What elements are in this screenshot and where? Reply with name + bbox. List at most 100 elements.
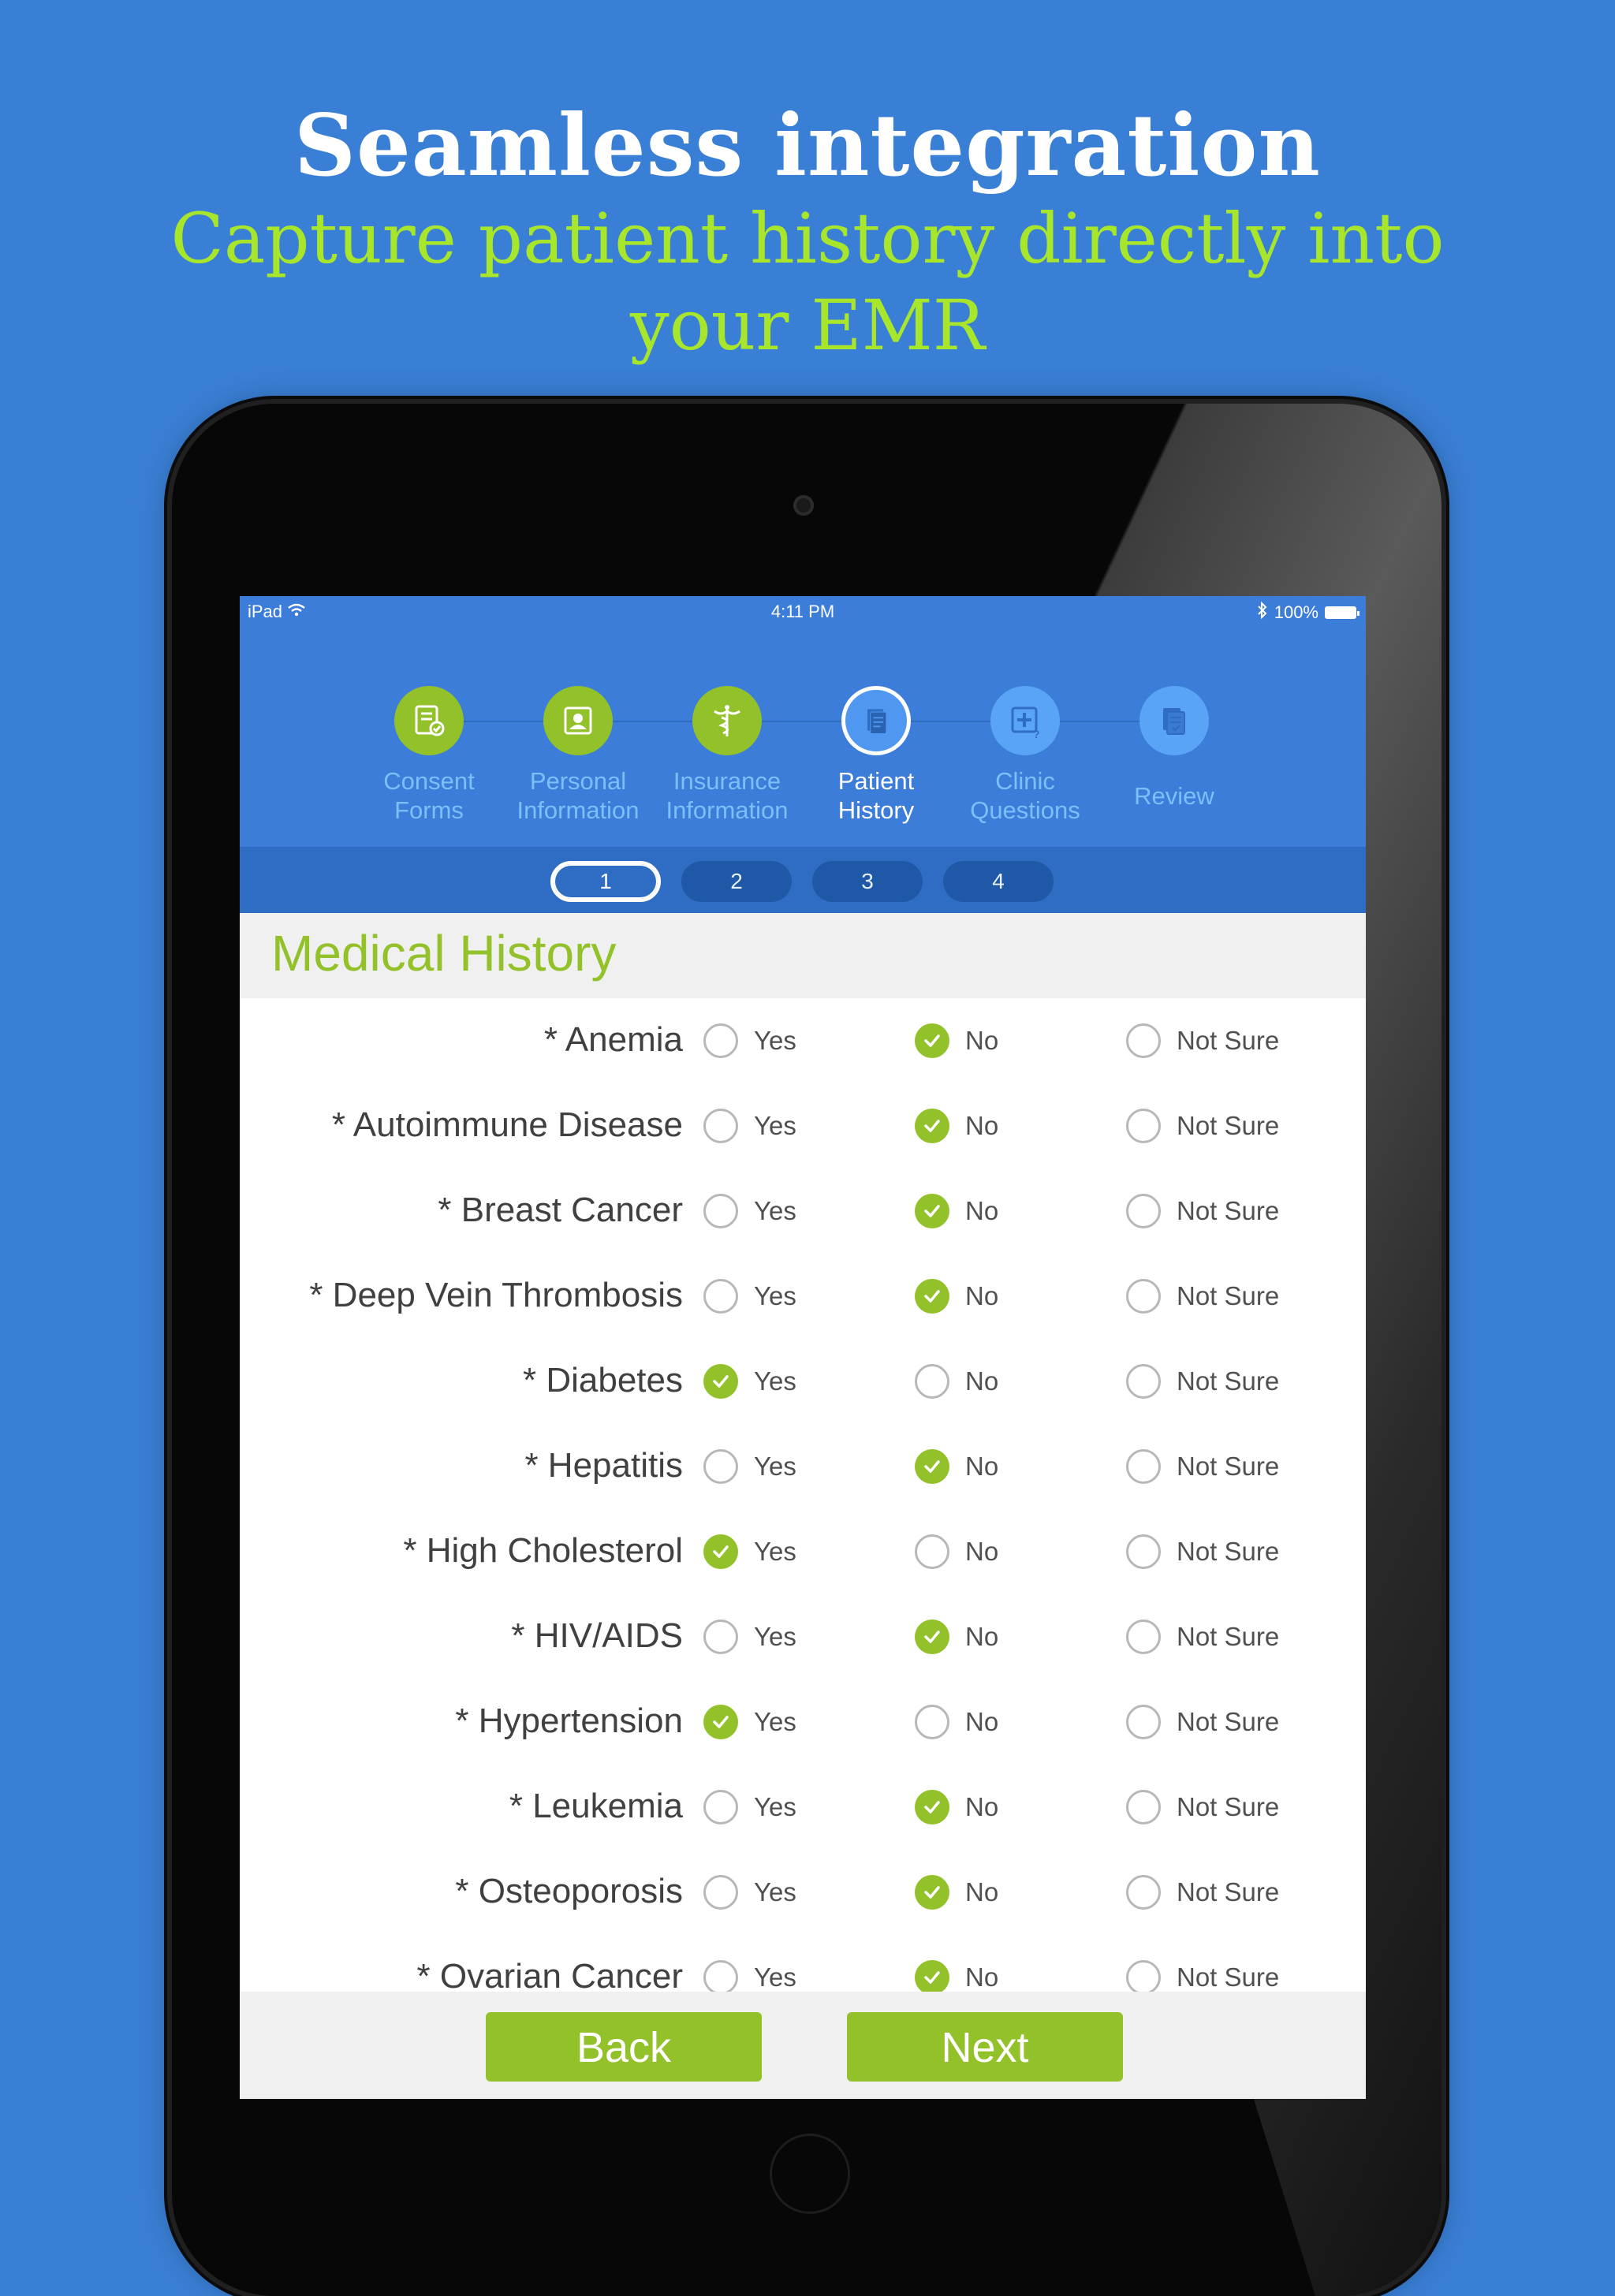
option-no[interactable]: No bbox=[915, 1873, 998, 1911]
option-no[interactable]: No bbox=[915, 1618, 998, 1656]
radio-empty-icon[interactable] bbox=[703, 1449, 738, 1484]
option-ns[interactable]: Not Sure bbox=[1126, 1703, 1279, 1741]
option-yes[interactable]: Yes bbox=[703, 1448, 796, 1485]
radio-empty-icon[interactable] bbox=[703, 1279, 738, 1314]
radio-empty-icon[interactable] bbox=[1126, 1705, 1161, 1739]
radio-checked-icon[interactable] bbox=[703, 1364, 738, 1399]
option-ns[interactable]: Not Sure bbox=[1126, 1618, 1279, 1656]
option-yes[interactable]: Yes bbox=[703, 1277, 796, 1315]
option-no[interactable]: No bbox=[915, 1959, 998, 1996]
radio-empty-icon[interactable] bbox=[1126, 1620, 1161, 1654]
option-ns[interactable]: Not Sure bbox=[1126, 1448, 1279, 1485]
radio-checked-icon[interactable] bbox=[915, 1620, 949, 1654]
radio-empty-icon[interactable] bbox=[1126, 1023, 1161, 1058]
radio-checked-icon[interactable] bbox=[915, 1194, 949, 1228]
option-yes[interactable]: Yes bbox=[703, 1959, 796, 1996]
option-label: No bbox=[965, 1452, 999, 1481]
step-patient-history[interactable]: Patient History bbox=[797, 628, 955, 847]
option-ns[interactable]: Not Sure bbox=[1126, 1022, 1279, 1060]
page-2-button[interactable]: 2 bbox=[681, 861, 792, 902]
status-bar: iPad 4:11 PM 100% bbox=[240, 596, 1366, 628]
radio-empty-icon[interactable] bbox=[703, 1960, 738, 1995]
condition-row: * Hypertension Yes No Not Sure bbox=[240, 1679, 1366, 1765]
page-4-button[interactable]: 4 bbox=[943, 861, 1054, 902]
radio-empty-icon[interactable] bbox=[703, 1790, 738, 1824]
option-ns[interactable]: Not Sure bbox=[1126, 1959, 1279, 1996]
caduceus-icon bbox=[692, 686, 762, 755]
radio-checked-icon[interactable] bbox=[915, 1875, 949, 1910]
option-no[interactable]: No bbox=[915, 1703, 998, 1741]
step-personal-information[interactable]: Personal Information bbox=[499, 628, 657, 847]
option-no[interactable]: No bbox=[915, 1022, 998, 1060]
option-ns[interactable]: Not Sure bbox=[1126, 1788, 1279, 1826]
option-yes[interactable]: Yes bbox=[703, 1107, 796, 1145]
radio-empty-icon[interactable] bbox=[1126, 1534, 1161, 1569]
next-button[interactable]: Next bbox=[847, 2012, 1123, 2082]
radio-checked-icon[interactable] bbox=[915, 1960, 949, 1995]
radio-empty-icon[interactable] bbox=[703, 1194, 738, 1228]
option-ns[interactable]: Not Sure bbox=[1126, 1362, 1279, 1400]
step-consent-forms[interactable]: Consent Forms bbox=[350, 628, 508, 847]
radio-empty-icon[interactable] bbox=[1126, 1790, 1161, 1824]
step-insurance-information[interactable]: Insurance Information bbox=[648, 628, 806, 847]
step-clinic-questions[interactable]: ? Clinic Questions bbox=[946, 628, 1104, 847]
option-no[interactable]: No bbox=[915, 1107, 998, 1145]
radio-empty-icon[interactable] bbox=[703, 1875, 738, 1910]
page-1-button[interactable]: 1 bbox=[550, 861, 661, 902]
radio-empty-icon[interactable] bbox=[1126, 1875, 1161, 1910]
option-yes[interactable]: Yes bbox=[703, 1873, 796, 1911]
option-yes[interactable]: Yes bbox=[703, 1788, 796, 1826]
back-button[interactable]: Back bbox=[486, 2012, 762, 2082]
radio-empty-icon[interactable] bbox=[1126, 1109, 1161, 1143]
step-review[interactable]: Review bbox=[1095, 628, 1253, 847]
option-no[interactable]: No bbox=[915, 1788, 998, 1826]
radio-checked-icon[interactable] bbox=[915, 1279, 949, 1314]
option-yes[interactable]: Yes bbox=[703, 1618, 796, 1656]
radio-checked-icon[interactable] bbox=[703, 1705, 738, 1739]
radio-empty-icon[interactable] bbox=[703, 1620, 738, 1654]
option-ns[interactable]: Not Sure bbox=[1126, 1192, 1279, 1230]
option-label: No bbox=[965, 1111, 999, 1140]
option-yes[interactable]: Yes bbox=[703, 1022, 796, 1060]
radio-empty-icon[interactable] bbox=[915, 1364, 949, 1399]
radio-checked-icon[interactable] bbox=[703, 1534, 738, 1569]
radio-empty-icon[interactable] bbox=[703, 1109, 738, 1143]
radio-empty-icon[interactable] bbox=[1126, 1364, 1161, 1399]
home-button[interactable] bbox=[770, 2134, 850, 2214]
step-label-line1: Personal bbox=[529, 767, 627, 795]
option-ns[interactable]: Not Sure bbox=[1126, 1873, 1279, 1911]
radio-empty-icon[interactable] bbox=[1126, 1194, 1161, 1228]
option-label: Not Sure bbox=[1177, 1877, 1280, 1906]
option-no[interactable]: No bbox=[915, 1448, 998, 1485]
radio-empty-icon[interactable] bbox=[1126, 1960, 1161, 1995]
radio-empty-icon[interactable] bbox=[1126, 1279, 1161, 1314]
option-label: Yes bbox=[754, 1452, 796, 1481]
option-yes[interactable]: Yes bbox=[703, 1533, 796, 1571]
radio-empty-icon[interactable] bbox=[915, 1534, 949, 1569]
option-label: No bbox=[965, 1537, 999, 1566]
option-no[interactable]: No bbox=[915, 1277, 998, 1315]
radio-empty-icon[interactable] bbox=[1126, 1449, 1161, 1484]
option-ns[interactable]: Not Sure bbox=[1126, 1277, 1279, 1315]
option-yes[interactable]: Yes bbox=[703, 1703, 796, 1741]
option-no[interactable]: No bbox=[915, 1533, 998, 1571]
condition-row: * Anemia Yes No Not Sure bbox=[240, 998, 1366, 1083]
option-ns[interactable]: Not Sure bbox=[1126, 1533, 1279, 1571]
radio-checked-icon[interactable] bbox=[915, 1790, 949, 1824]
radio-checked-icon[interactable] bbox=[915, 1109, 949, 1143]
option-yes[interactable]: Yes bbox=[703, 1192, 796, 1230]
radio-empty-icon[interactable] bbox=[915, 1705, 949, 1739]
option-ns[interactable]: Not Sure bbox=[1126, 1107, 1279, 1145]
option-no[interactable]: No bbox=[915, 1362, 998, 1400]
option-label: Yes bbox=[754, 1196, 796, 1225]
option-label: No bbox=[965, 1026, 999, 1055]
option-yes[interactable]: Yes bbox=[703, 1362, 796, 1400]
step-label-line2: Information bbox=[666, 796, 789, 824]
option-label: Not Sure bbox=[1177, 1537, 1280, 1566]
radio-empty-icon[interactable] bbox=[703, 1023, 738, 1058]
page-3-button[interactable]: 3 bbox=[812, 861, 923, 902]
radio-checked-icon[interactable] bbox=[915, 1023, 949, 1058]
condition-label: * Hepatitis bbox=[524, 1446, 683, 1485]
radio-checked-icon[interactable] bbox=[915, 1449, 949, 1484]
option-no[interactable]: No bbox=[915, 1192, 998, 1230]
